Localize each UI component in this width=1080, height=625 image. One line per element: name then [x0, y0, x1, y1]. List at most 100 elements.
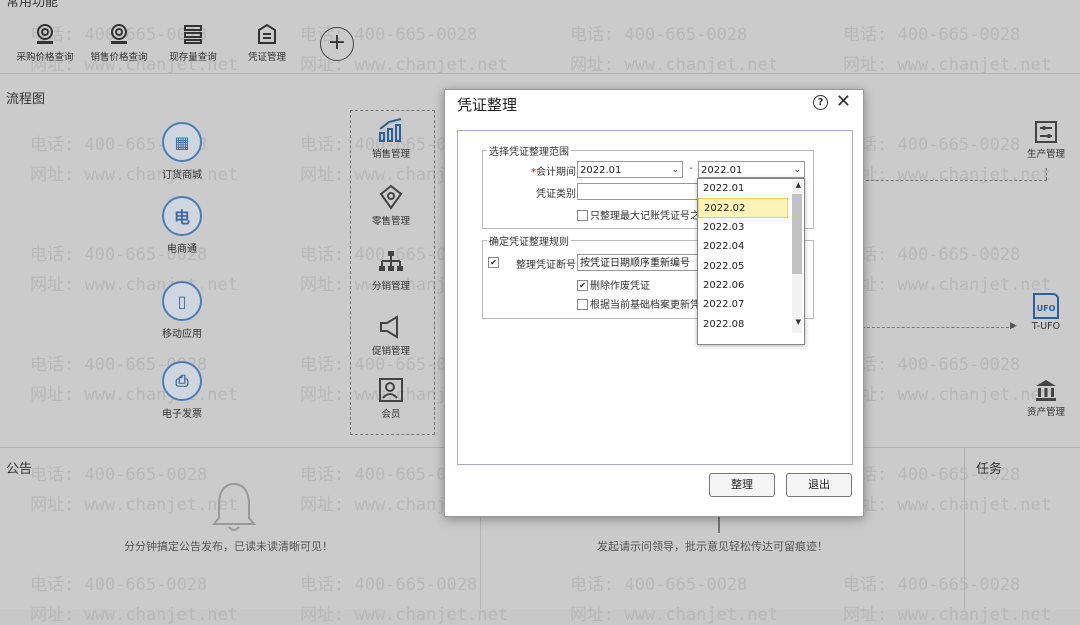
delete-void-checkbox[interactable]: ✔	[577, 279, 588, 291]
qa-label: 采购价格查询	[16, 52, 74, 63]
invoice-icon: ⎙	[162, 361, 202, 401]
watermark-phone: 电话: 400-665-0028	[570, 25, 748, 45]
scroll-up-icon[interactable]: ▲	[796, 181, 801, 189]
range-dash: -	[689, 163, 693, 174]
flow-item-sales-management[interactable]: 销售管理	[356, 117, 426, 160]
watermark-site: 网址: www.chanjet.net	[300, 605, 508, 625]
rules-group-legend: 确定凭证整理规则	[489, 237, 569, 248]
qa-label: 凭证管理	[247, 52, 286, 63]
flow-item-asset-management[interactable]: 资产管理	[1016, 378, 1076, 418]
flow-title: 流程图	[6, 92, 46, 107]
period-to-value: 2022.01	[701, 165, 743, 176]
voucher-type-input[interactable]	[577, 183, 699, 200]
approval-line	[718, 515, 720, 533]
dropdown-option[interactable]: 2022.05	[698, 257, 787, 276]
mall-icon: ▦	[162, 122, 202, 162]
only-max-checkbox[interactable]	[577, 209, 588, 221]
retail-icon	[379, 184, 403, 210]
watermark-phone: 电话: 400-665-0028	[843, 355, 1021, 375]
price-query-icon	[37, 24, 53, 44]
watermark-site: 网址: www.chanjet.net	[843, 55, 1051, 75]
watermark-site: 网址: www.chanjet.net	[843, 275, 1051, 295]
flow-label: 资产管理	[1026, 407, 1065, 418]
approval-empty-text: 发起请示问领导，批示意见轻松传达可留痕迹！	[597, 540, 828, 553]
flow-item-production-management[interactable]: 生产管理	[1016, 120, 1076, 160]
flow-label: 销售管理	[371, 149, 410, 160]
flow-item-e-invoice[interactable]: ⎙ 电子发票	[142, 361, 222, 420]
flow-item-t-ufo[interactable]: UFO T-UFO	[1016, 293, 1076, 332]
watermark-site: 网址: www.chanjet.net	[30, 605, 238, 625]
divider	[964, 447, 965, 609]
period-dropdown-list: 2022.01 2022.02 2022.03 2022.04 2022.05 2022.…	[697, 178, 805, 345]
dropdown-option[interactable]: 2022.01	[698, 179, 787, 198]
qa-purchase-price-query[interactable]: 采购价格查询	[10, 22, 80, 63]
break-number-select[interactable]: 按凭证日期顺序重新编号	[577, 254, 699, 271]
dropdown-option[interactable]: 2022.02	[698, 198, 788, 218]
growth-chart-icon	[379, 118, 402, 142]
flow-item-order-mall[interactable]: ▦ 订货商城	[142, 122, 222, 181]
tasks-title: 任务	[976, 462, 1003, 477]
watermark-phone: 电话: 400-665-0028	[30, 465, 208, 485]
qa-label: 现存量查询	[169, 52, 217, 63]
flow-item-distribution-management[interactable]: 分销管理	[356, 249, 426, 292]
dropdown-option[interactable]: 2022.06	[698, 276, 787, 295]
update-archive-checkbox[interactable]	[577, 298, 588, 310]
watermark-phone: 电话: 400-665-0028	[843, 245, 1021, 265]
update-archive-checkbox-row[interactable]: 根据当前基础档案更新凭	[577, 296, 700, 311]
watermark-site: 网址: www.chanjet.net	[843, 605, 1051, 625]
price-query-icon	[111, 24, 127, 44]
help-icon[interactable]: ?	[813, 95, 828, 110]
only-max-label: 只整理最大记账凭证号之	[590, 211, 700, 222]
flow-item-retail-management[interactable]: 零售管理	[356, 184, 426, 227]
watermark-phone: 电话: 400-665-0028	[570, 575, 748, 595]
flow-label: 电商通	[167, 244, 197, 255]
flow-label: 会员	[381, 409, 401, 420]
dropdown-scrollbar-thumb[interactable]	[792, 194, 802, 274]
period-to-select[interactable]: 2022.01 ⌄	[698, 161, 805, 178]
voucher-icon	[258, 23, 276, 44]
megaphone-icon	[380, 315, 398, 339]
qa-stock-query[interactable]: 现存量查询	[158, 22, 228, 63]
ecommerce-icon: 电	[162, 196, 202, 236]
only-max-checkbox-row[interactable]: 只整理最大记账凭证号之	[577, 207, 700, 222]
flow-connector	[1046, 168, 1047, 180]
break-number-checkbox[interactable]: ✔	[488, 257, 499, 268]
flow-item-member[interactable]: 会员	[356, 377, 426, 420]
flow-item-mobile-app[interactable]: ▯ 移动应用	[142, 281, 222, 340]
flow-item-ecommerce[interactable]: 电 电商通	[142, 196, 222, 255]
delete-void-label: 删除作废凭证	[590, 281, 650, 292]
flow-label: 移动应用	[162, 329, 202, 340]
watermark-site: 网址: www.chanjet.net	[30, 495, 238, 515]
scroll-down-icon[interactable]: ▼	[796, 318, 801, 326]
flow-label: T-UFO	[1031, 321, 1061, 332]
period-from-value: 2022.01	[580, 165, 622, 176]
flow-label: 促销管理	[371, 346, 410, 357]
delete-void-checkbox-row[interactable]: ✔ 删除作废凭证	[577, 277, 650, 292]
watermark-phone: 电话: 400-665-0028	[843, 135, 1021, 155]
dropdown-option[interactable]: 2022.04	[698, 237, 787, 256]
flow-item-promotion-management[interactable]: 促销管理	[356, 314, 426, 357]
arrange-button[interactable]: 整理	[709, 473, 775, 497]
close-icon[interactable]: ✕	[836, 91, 851, 112]
mobile-icon: ▯	[162, 281, 202, 321]
dropdown-option[interactable]: 2022.07	[698, 295, 787, 314]
dialog-title: 凭证整理	[457, 96, 518, 114]
flow-label: 订货商城	[162, 170, 202, 181]
dropdown-options: 2022.01 2022.02 2022.03 2022.04 2022.05 2022.…	[698, 179, 804, 334]
ufo-icon: UFO	[1033, 293, 1059, 319]
exit-button[interactable]: 退出	[786, 473, 852, 497]
type-label: 凭证类别	[536, 189, 576, 200]
qa-sales-price-query[interactable]: 销售价格查询	[84, 22, 154, 63]
period-label: *会计期间	[518, 163, 576, 178]
update-archive-label: 根据当前基础档案更新凭	[590, 300, 700, 311]
dropdown-option[interactable]: 2022.08	[698, 315, 787, 334]
add-quick-access-button[interactable]: +	[320, 27, 354, 61]
bell-icon	[211, 482, 257, 531]
dropdown-option[interactable]: 2022.03	[698, 218, 787, 237]
flow-label: 零售管理	[371, 216, 410, 227]
watermark-phone: 电话: 400-665-0028	[30, 575, 208, 595]
qa-voucher-management[interactable]: 凭证管理	[232, 22, 302, 63]
qa-label: 销售价格查询	[90, 52, 148, 63]
watermark-phone: 电话: 400-665-0028	[300, 575, 478, 595]
period-from-select[interactable]: 2022.01 ⌄	[577, 161, 683, 178]
